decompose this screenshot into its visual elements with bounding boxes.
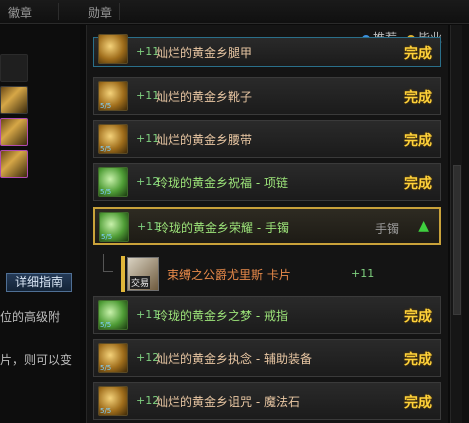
equip-slot[interactable] [0, 118, 28, 146]
tree-branch-line [103, 254, 113, 272]
status-complete: 完成 [404, 395, 432, 411]
equip-row-selected[interactable]: 5/5 +11 玲珑的黄金乡荣耀 - 手镯 手镯 ▲ [93, 207, 441, 245]
support-icon: 5/5 [98, 343, 128, 373]
tab-medal[interactable]: 勋章 [88, 4, 112, 21]
gold-belt-icon: 5/5 [98, 124, 128, 154]
scrollbar[interactable] [450, 25, 462, 423]
item-name: 玲珑的黄金乡荣耀 - 手镯 [157, 221, 289, 235]
item-name: 灿烂的黄金乡靴子 [156, 90, 253, 104]
status-complete: 完成 [404, 90, 432, 106]
equip-row[interactable]: 5/5 +12 灿烂的黄金乡诅咒 - 魔法石 完成 [93, 382, 441, 420]
item-name: 玲珑的黄金乡祝福 - 项链 [156, 176, 288, 190]
arrow-up-icon[interactable]: ▲ [418, 218, 429, 234]
gold-armor-icon [98, 34, 128, 64]
guide-text-line: 位的高级附 [0, 310, 61, 324]
window-edge [462, 25, 469, 423]
guide-text-line: 片，则可以变 [0, 353, 73, 367]
status-complete: 完成 [404, 46, 432, 62]
highlight-bar [121, 256, 125, 292]
card-subrow[interactable]: 交易 束缚之公爵尤里斯 卡片 +11 [93, 254, 441, 294]
scrollbar-thumb[interactable] [453, 165, 461, 315]
equip-row[interactable]: 5/5 +11 玲珑的黄金乡之梦 - 戒指 完成 [93, 296, 441, 334]
slot-label: 手镯 [374, 222, 399, 236]
equip-slot[interactable] [0, 150, 28, 178]
equip-slot[interactable] [0, 86, 28, 114]
left-equipment-panel: 详细指南 位的高级附 片，则可以变 [0, 25, 80, 423]
equipment-list-panel: 推荐 毕业 +11 灿烂的黄金乡腿甲 完成 5/5 +11 灿烂的黄金乡靴子 完… [86, 25, 448, 423]
card-enhance-level: +11 [351, 267, 375, 280]
bracelet-icon: 5/5 [99, 212, 129, 242]
card-name: 束缚之公爵尤里斯 卡片 [167, 268, 291, 282]
tab-emblem[interactable]: 徽章 [8, 4, 32, 21]
necklace-icon: 5/5 [98, 167, 128, 197]
equip-slot-empty[interactable] [0, 54, 28, 82]
item-name: 玲珑的黄金乡之梦 - 戒指 [156, 309, 288, 323]
top-tab-bar: 徽章 勋章 [0, 0, 469, 24]
card-icon: 交易 [127, 257, 159, 291]
tab-divider [58, 3, 59, 20]
equip-row[interactable]: 5/5 +12 灿烂的黄金乡执念 - 辅助装备 完成 [93, 339, 441, 377]
equip-row[interactable]: 5/5 +11 灿烂的黄金乡靴子 完成 [93, 77, 441, 115]
ring-icon: 5/5 [98, 300, 128, 330]
item-name: 灿烂的黄金乡诅咒 - 魔法石 [156, 395, 300, 409]
item-name: 灿烂的黄金乡腰带 [156, 133, 253, 147]
status-complete: 完成 [404, 176, 432, 192]
status-complete: 完成 [404, 309, 432, 325]
status-complete: 完成 [404, 352, 432, 368]
equip-row[interactable]: +11 灿烂的黄金乡腿甲 完成 [93, 34, 441, 67]
item-name: 灿烂的黄金乡腿甲 [156, 46, 253, 60]
tab-divider [119, 3, 120, 20]
status-complete: 完成 [404, 133, 432, 149]
equip-row[interactable]: 5/5 +11 灿烂的黄金乡腰带 完成 [93, 120, 441, 158]
detail-guide-button[interactable]: 详细指南 [6, 273, 72, 292]
item-name: 灿烂的黄金乡执念 - 辅助装备 [156, 352, 312, 366]
equip-row[interactable]: 5/5 +12 玲珑的黄金乡祝福 - 项链 完成 [93, 163, 441, 201]
magic-stone-icon: 5/5 [98, 386, 128, 416]
gold-boots-icon: 5/5 [98, 81, 128, 111]
